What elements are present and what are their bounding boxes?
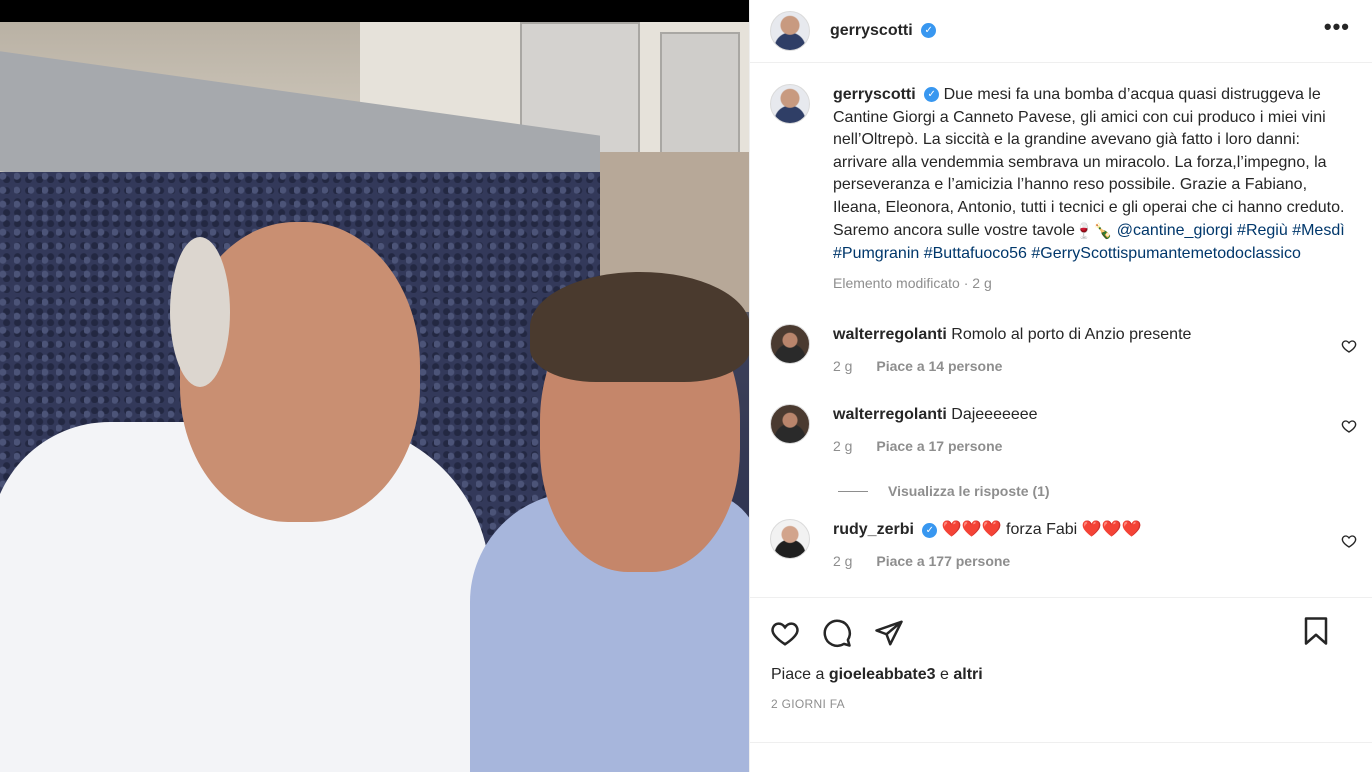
more-options-icon[interactable]: ••• bbox=[1324, 14, 1350, 40]
comment-hearts-after: ❤️❤️❤️ bbox=[1081, 521, 1142, 539]
comment-like-heart-icon[interactable] bbox=[1341, 418, 1357, 434]
replies-divider bbox=[838, 490, 868, 492]
commenter-username[interactable]: walterregolanti bbox=[833, 406, 947, 423]
tag-cantine-giorgi[interactable]: @cantine_giorgi bbox=[1117, 222, 1233, 239]
post-photo[interactable] bbox=[0, 22, 749, 772]
likes-join: e bbox=[939, 666, 949, 683]
bookmark-icon[interactable] bbox=[1301, 616, 1331, 646]
comment-likes[interactable]: Piace a 17 persone bbox=[876, 438, 1002, 454]
view-replies-label[interactable]: Visualizza le risposte (1) bbox=[888, 483, 1050, 499]
caption-avatar[interactable] bbox=[770, 84, 810, 124]
comment-item: rudy_zerbi ✓ ❤️❤️❤️ forza Fabi ❤️❤️❤️ 2 … bbox=[750, 519, 1372, 572]
comment-icon[interactable] bbox=[822, 618, 852, 648]
share-icon[interactable] bbox=[874, 618, 904, 648]
caption-text: Due mesi fa una bomba d’acqua quasi dist… bbox=[833, 86, 1345, 239]
hashtag-regiu[interactable]: #Regiù bbox=[1237, 222, 1288, 239]
hashtag-gerryscottispumante[interactable]: #GerryScottispumantemetodoclassico bbox=[1031, 245, 1300, 262]
likes-prefix: Piace a bbox=[771, 666, 825, 683]
comment-like-heart-icon[interactable] bbox=[1341, 338, 1357, 354]
comment-likes[interactable]: Piace a 177 persone bbox=[876, 553, 1010, 569]
comment-likes[interactable]: Piace a 14 persone bbox=[876, 358, 1002, 374]
comments-section[interactable]: gerryscotti ✓ Due mesi fa una bomba d’ac… bbox=[750, 64, 1372, 596]
comment-item: walterregolanti Dajeeeeeee 2 g Piace a 1… bbox=[750, 404, 1372, 457]
comment-text: Dajeeeeeee bbox=[951, 406, 1038, 424]
comment-meta: 2 g Piace a 14 persone bbox=[833, 355, 1313, 377]
comment-time[interactable]: 2 g bbox=[833, 553, 852, 569]
author-username-text[interactable]: gerryscotti bbox=[830, 22, 913, 39]
post-detail-panel: gerryscotti ✓ ••• gerryscotti ✓ Due mesi… bbox=[749, 0, 1372, 772]
likes-summary: Piace a gioeleabbate3 e altri bbox=[750, 650, 1372, 684]
hashtag-buttafuoco56[interactable]: #Buttafuoco56 bbox=[924, 245, 1027, 262]
hashtag-pumgranin[interactable]: #Pumgranin bbox=[833, 245, 919, 262]
author-avatar[interactable] bbox=[770, 11, 810, 51]
caption: gerryscotti ✓ Due mesi fa una bomba d’ac… bbox=[750, 64, 1372, 294]
heart-icon[interactable] bbox=[770, 618, 800, 648]
comment-hearts-before: ❤️❤️❤️ bbox=[941, 521, 1002, 539]
commenter-avatar[interactable] bbox=[770, 519, 810, 560]
comment-text: forza Fabi bbox=[1006, 521, 1078, 539]
comment-body: walterregolanti Romolo al porto di Anzio… bbox=[833, 324, 1313, 377]
verified-badge-icon: ✓ bbox=[922, 522, 938, 538]
post-date[interactable]: 2 GIORNI FA bbox=[750, 684, 1372, 711]
comment-meta: 2 g Piace a 17 persone bbox=[833, 435, 1313, 457]
comment-item: walterregolanti Romolo al porto di Anzio… bbox=[750, 324, 1372, 377]
view-replies-button[interactable]: Visualizza le risposte (1) bbox=[750, 481, 1372, 501]
caption-meta: Elemento modificato · 2 g bbox=[833, 274, 992, 291]
author-username[interactable]: gerryscotti ✓ bbox=[830, 22, 937, 40]
comment-meta: 2 g Piace a 177 persone bbox=[833, 550, 1313, 572]
post-actions: Piace a gioeleabbate3 e altri 2 GIORNI F… bbox=[750, 597, 1372, 772]
commenter-username[interactable]: rudy_zerbi bbox=[833, 521, 914, 538]
verified-badge-icon: ✓ bbox=[924, 87, 940, 103]
comment-body: rudy_zerbi ✓ ❤️❤️❤️ forza Fabi ❤️❤️❤️ 2 … bbox=[833, 519, 1313, 572]
photo-person-2-hair bbox=[530, 272, 749, 382]
photo-door-2 bbox=[660, 32, 740, 172]
add-comment-area[interactable] bbox=[750, 742, 1372, 772]
caption-username[interactable]: gerryscotti bbox=[833, 86, 916, 103]
hashtag-mesdi[interactable]: #Mesdì bbox=[1292, 222, 1344, 239]
action-bar bbox=[750, 598, 1372, 650]
commenter-username[interactable]: walterregolanti bbox=[833, 326, 947, 343]
caption-emojis: 🍷🍾 bbox=[1074, 222, 1113, 240]
commenter-avatar[interactable] bbox=[770, 404, 810, 445]
comment-time[interactable]: 2 g bbox=[833, 438, 852, 454]
comment-like-heart-icon[interactable] bbox=[1341, 533, 1357, 549]
verified-badge-icon: ✓ bbox=[921, 23, 937, 39]
likes-others-link[interactable]: altri bbox=[953, 666, 982, 683]
comment-body: walterregolanti Dajeeeeeee 2 g Piace a 1… bbox=[833, 404, 1313, 457]
commenter-avatar[interactable] bbox=[770, 324, 810, 365]
likes-user-link[interactable]: gioeleabbate3 bbox=[829, 666, 936, 683]
comment-text: Romolo al porto di Anzio presente bbox=[951, 326, 1192, 344]
caption-body: gerryscotti ✓ Due mesi fa una bomba d’ac… bbox=[833, 84, 1353, 294]
comment-time[interactable]: 2 g bbox=[833, 358, 852, 374]
photo-person-1-hair bbox=[170, 237, 230, 387]
post-header: gerryscotti ✓ ••• bbox=[750, 0, 1372, 63]
